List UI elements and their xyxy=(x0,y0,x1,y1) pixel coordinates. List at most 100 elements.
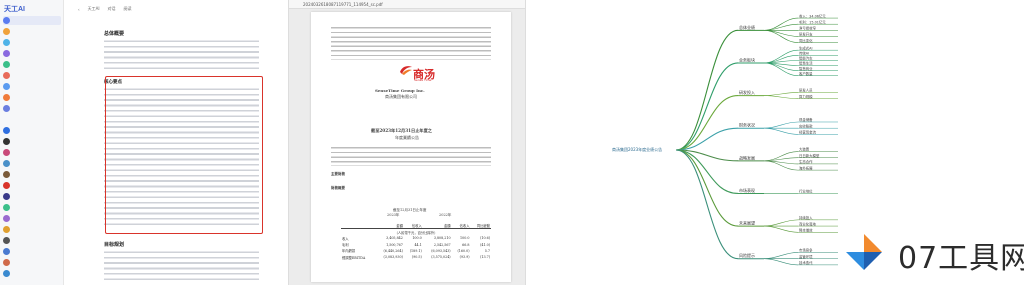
table-cell: (90.5) xyxy=(411,255,422,260)
sidebar-item-3[interactable] xyxy=(3,38,61,47)
mindmap-leaf-line xyxy=(763,225,799,233)
agent-avatar xyxy=(3,127,10,134)
pdf-page: 商汤 Sense Time SenseTime Group Inc. 商汤集团有… xyxy=(311,12,511,282)
mindmap-leaf-line xyxy=(763,219,799,227)
mindmap-leaf: 算力规模 xyxy=(799,94,813,99)
agent-item-3[interactable] xyxy=(3,148,61,157)
agent-item-10[interactable] xyxy=(3,225,61,234)
mindmap-leaf: 市场竞争 xyxy=(799,248,813,253)
company-name-en: SenseTime Group Inc. xyxy=(375,88,425,93)
sidebar: 天工AI xyxy=(0,0,64,285)
table-cell: (13.7) xyxy=(480,255,490,260)
report-title: 截至2023年12月31日止年度之 xyxy=(371,128,432,133)
site-logo-icon xyxy=(840,230,888,274)
mindmap-leaf: 收入：34.06亿元 xyxy=(799,13,826,18)
sidebar-item-7[interactable] xyxy=(3,82,61,91)
app-icon xyxy=(3,72,10,79)
announcement-text xyxy=(331,146,491,166)
table-cell: (3,083,930) xyxy=(383,255,403,260)
company-name-cn: 商汤集团有限公司 xyxy=(385,94,417,99)
table-cell: 經調整EBITDA xyxy=(342,255,366,260)
mindmap-leaf-line xyxy=(763,62,799,76)
app-icon xyxy=(3,105,10,112)
agent-item-14[interactable] xyxy=(3,269,61,278)
chat-icon xyxy=(3,17,10,24)
table-header: 金額 xyxy=(375,222,404,230)
pdf-filename: 2024032618087119771_114954_sc.pdf xyxy=(303,1,383,7)
agent-avatar xyxy=(3,248,10,255)
mindmap-root: 商汤集团2023年度业绩公告 xyxy=(612,146,662,152)
watermark-text: 07工具网 xyxy=(898,241,1024,276)
sidebar-item-6[interactable] xyxy=(3,71,61,80)
mindmap-leaf-line xyxy=(763,127,799,135)
sidebar-item-8[interactable] xyxy=(3,93,61,102)
agent-item-11[interactable] xyxy=(3,236,61,245)
tab-reading[interactable]: 阅读 xyxy=(124,6,132,12)
agent-item-12[interactable] xyxy=(3,247,61,256)
tab-dialog[interactable]: 对话 xyxy=(108,6,116,12)
report-subtitle: 年度業績公告 xyxy=(395,135,419,140)
table-row: 經調整EBITDA (3,083,930) (90.5) (3,575,024)… xyxy=(341,254,491,260)
mindmap-branch: 市场表现 xyxy=(739,187,755,193)
agent-item-1[interactable] xyxy=(3,126,61,135)
mindmap-leaf: 监管环境 xyxy=(799,254,813,259)
mindmap-branch: 研发投入 xyxy=(739,89,755,95)
mindmap-leaf: 智慧生活 xyxy=(799,61,813,66)
agent-item-9[interactable] xyxy=(3,214,61,223)
pdf-viewer: 2024032618087119771_114954_sc.pdf 商汤 Sen… xyxy=(288,0,526,285)
mindmap-leaf-line xyxy=(763,258,799,266)
mindmap-branch: 风险提示 xyxy=(739,252,755,258)
mindmap-leaf: 客户数量 xyxy=(799,71,813,76)
agent-item-13[interactable] xyxy=(3,258,61,267)
agent-item-5[interactable] xyxy=(3,170,61,179)
mindmap-leaf-line xyxy=(763,121,799,129)
table-header: 佔收入 xyxy=(451,222,471,230)
agent-avatar xyxy=(3,171,10,178)
mindmap-leaf-line xyxy=(763,60,799,64)
mindmap-leaf: 行业地位 xyxy=(799,189,813,194)
agent-avatar xyxy=(3,182,10,189)
mindmap-leaf: 生成式AI xyxy=(799,45,813,50)
agent-avatar xyxy=(3,149,10,156)
back-icon[interactable]: ‹ xyxy=(78,7,80,12)
table-header: 同比變動 xyxy=(470,222,491,230)
sidebar-item-4[interactable] xyxy=(3,49,61,58)
agent-item-2[interactable] xyxy=(3,137,61,146)
app-icon xyxy=(3,61,10,68)
sidebar-item-5[interactable] xyxy=(3,60,61,69)
mindmap-branch-line xyxy=(675,62,739,151)
mindmap-branch: 业务板块 xyxy=(739,56,755,62)
mindmap-branch-line xyxy=(675,95,739,151)
mindmap-leaf: 智慧商业 xyxy=(799,66,813,71)
mindmap-leaf: 研发人员 xyxy=(799,88,813,93)
mindmap-leaf-line xyxy=(763,17,799,31)
mindmap-leaf: 现金储备 xyxy=(799,117,813,122)
mindmap-leaf: 日日新大模型 xyxy=(799,153,820,158)
pdf-toolbar: 2024032618087119771_114954_sc.pdf xyxy=(289,0,525,9)
table-year: 2023年 xyxy=(387,213,400,217)
agent-item-8[interactable] xyxy=(3,203,61,212)
section-heading: 主要財務 xyxy=(331,172,345,176)
sidebar-item-1[interactable] xyxy=(3,16,61,25)
financial-table: 金額 佔收入 金額 佔收入 同比變動 （人民幣千元，百分比除外） 收入 3,40… xyxy=(341,222,491,260)
agent-avatar xyxy=(3,226,10,233)
disclaimer-text xyxy=(331,26,491,60)
mindmap-leaf-line xyxy=(763,92,799,96)
app-icon xyxy=(3,83,10,90)
agent-item-4[interactable] xyxy=(3,159,61,168)
mindmap-branch-line xyxy=(675,29,739,151)
mindmap-leaf-line xyxy=(763,95,799,99)
sidebar-item-9[interactable] xyxy=(3,104,61,113)
app-icon xyxy=(3,28,10,35)
mindmap-leaf-line xyxy=(763,49,799,64)
mindmap-leaf: 生态合作 xyxy=(799,159,813,164)
agent-item-6[interactable] xyxy=(3,181,61,190)
table-header: 金額 xyxy=(422,222,452,230)
table-cell: (3,575,024) xyxy=(431,255,451,260)
mindmap-leaf: 毛利：15.01亿元 xyxy=(799,19,826,24)
plan-text-block xyxy=(104,250,259,282)
highlight-box xyxy=(105,76,263,234)
mindmap-leaf: 传统AI xyxy=(799,50,809,55)
agent-item-7[interactable] xyxy=(3,192,61,201)
sidebar-item-2[interactable] xyxy=(3,27,61,36)
